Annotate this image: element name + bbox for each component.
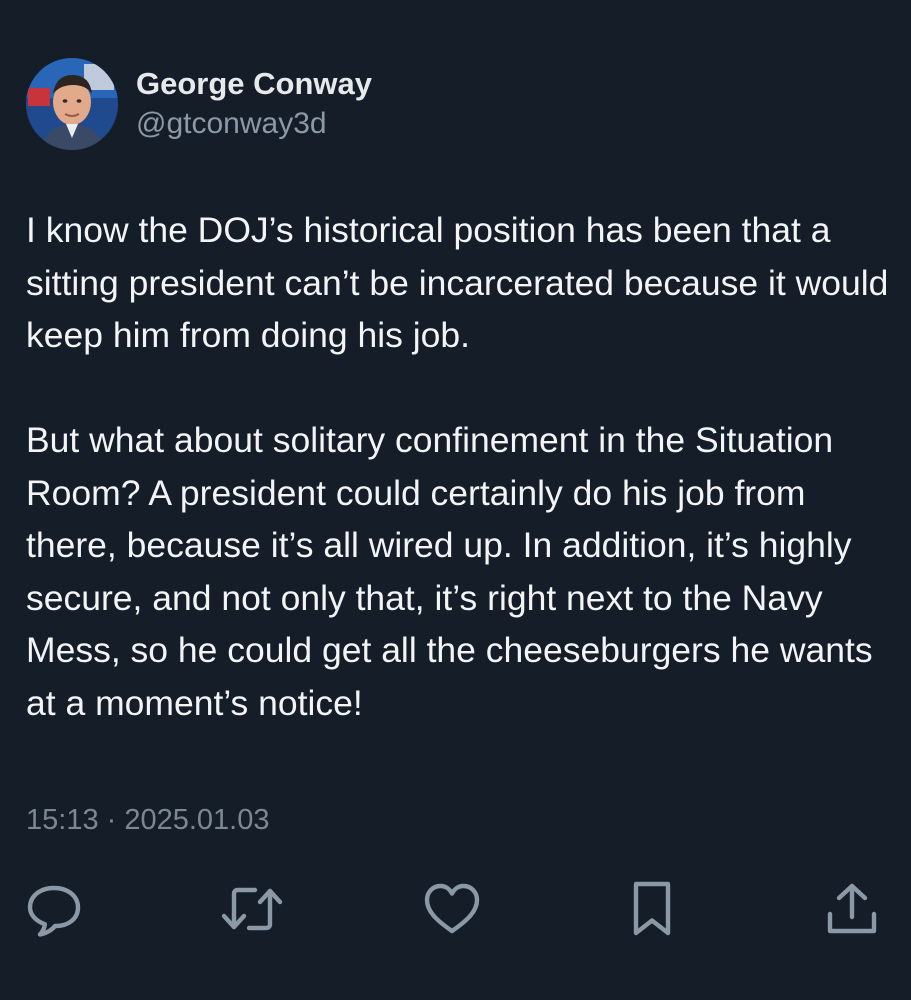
share-button[interactable] — [819, 876, 885, 942]
tweet-text: I know the DOJ’s historical position has… — [26, 204, 896, 729]
like-button[interactable] — [419, 876, 485, 942]
avatar[interactable] — [26, 58, 118, 150]
retweet-icon — [221, 887, 283, 931]
tweet-header: George Conway @gtconway3d — [26, 58, 372, 150]
timestamp[interactable]: 15:13 · 2025.01.03 — [26, 800, 269, 840]
tweet-paragraph-2: But what about solitary confinement in t… — [26, 420, 873, 723]
heart-icon — [424, 883, 480, 934]
author-names: George Conway @gtconway3d — [136, 64, 372, 144]
speech-bubble-icon — [27, 885, 81, 937]
tweet-paragraph-1: I know the DOJ’s historical position has… — [26, 210, 889, 355]
reply-button[interactable] — [21, 876, 87, 942]
display-name[interactable]: George Conway — [136, 64, 372, 104]
action-bar — [0, 876, 911, 942]
user-handle[interactable]: @gtconway3d — [136, 104, 372, 144]
bookmark-button[interactable] — [619, 876, 685, 942]
bookmark-icon — [633, 881, 671, 936]
retweet-button[interactable] — [219, 876, 285, 942]
share-icon — [827, 883, 877, 934]
